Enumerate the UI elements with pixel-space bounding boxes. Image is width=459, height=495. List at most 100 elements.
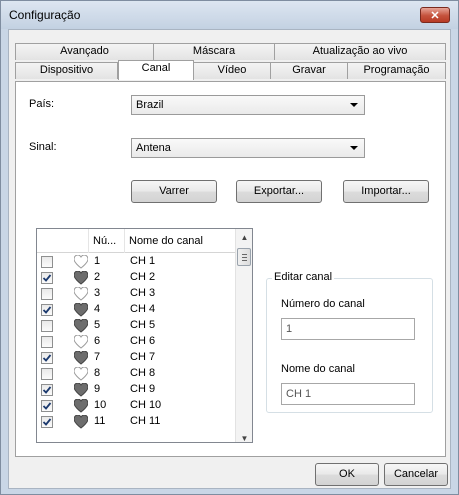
scrollbar-thumb[interactable] [237,248,251,266]
channel-name-cell: CH 7 [130,351,156,363]
table-row[interactable]: 2 CH 2 [37,270,236,286]
window-title: Configuração [9,8,81,22]
scroll-up-icon[interactable]: ▲ [236,229,252,246]
table-row[interactable]: 5 CH 5 [37,318,236,334]
signal-select[interactable]: Antena [131,138,365,158]
row-checkbox[interactable] [41,304,53,316]
heart-icon[interactable] [74,351,88,365]
channel-name-cell: CH 4 [130,303,156,315]
channel-list-header: Nú... Nome do canal [37,229,236,253]
country-select[interactable]: Brazil [131,95,365,115]
table-row[interactable]: 9 CH 9 [37,382,236,398]
channel-name-cell: CH 6 [130,335,156,347]
tab-advanced[interactable]: Avançado [15,43,154,60]
heart-icon[interactable] [74,303,88,317]
channel-number-cell: 8 [94,367,101,379]
channel-name-cell: CH 2 [130,271,156,283]
channel-name-cell: CH 9 [130,383,156,395]
heart-outline-icon[interactable] [74,287,88,301]
row-checkbox[interactable] [41,336,53,348]
channel-number-cell: 11 [94,415,106,427]
channel-number-cell: 10 [94,399,107,411]
heart-icon[interactable] [74,399,88,413]
edit-channel-title: Editar canal [272,271,335,283]
close-button[interactable]: ✕ [420,7,450,23]
scroll-down-icon[interactable]: ▼ [236,430,252,442]
channel-list-rows: 1 CH 1 2 CH 2 3 CH 3 4 CH 4 5 CH 5 6 CH 6 7 CH 7 8 CH 8… [37,254,236,430]
heart-outline-icon[interactable] [74,335,88,349]
channel-list-scrollbar[interactable]: ▲ ▼ [235,229,252,442]
channel-number-cell: 9 [94,383,101,395]
channel-name-cell: CH 5 [130,319,156,331]
table-row[interactable]: 6 CH 6 [37,334,236,350]
signal-select-value: Antena [136,142,171,154]
channel-number-cell: 6 [94,335,101,347]
tab-live-update[interactable]: Atualização ao vivo [275,43,446,60]
export-button[interactable]: Exportar... [236,180,322,203]
row-checkbox[interactable] [41,384,53,396]
row-checkbox[interactable] [41,400,53,412]
checkmark-icon [42,274,52,282]
table-row[interactable]: 4 CH 4 [37,302,236,318]
tab-row-back: Avançado Máscara Atualização ao vivo [15,43,446,60]
tab-schedule[interactable]: Programação [348,62,446,79]
table-row[interactable]: 1 CH 1 [37,254,236,270]
row-checkbox[interactable] [41,256,53,268]
channel-number-cell: 1 [94,255,101,267]
table-row[interactable]: 10 CH 10 [37,398,236,414]
row-checkbox[interactable] [41,272,53,284]
country-label: País: [29,98,55,110]
title-bar[interactable]: Configuração ✕ [1,1,458,29]
row-checkbox[interactable] [41,352,53,364]
channel-number-cell: 5 [94,319,101,331]
column-header-number[interactable]: Nú... [89,229,125,253]
import-button[interactable]: Importar... [343,180,429,203]
checkmark-icon [42,386,52,394]
column-header-check[interactable] [37,229,89,253]
checkmark-icon [42,354,52,362]
column-header-name[interactable]: Nome do canal [125,229,236,253]
channel-number-cell: 2 [94,271,101,283]
table-row[interactable]: 3 CH 3 [37,286,236,302]
table-row[interactable]: 8 CH 8 [37,366,236,382]
heart-outline-icon[interactable] [74,255,88,269]
heart-icon[interactable] [74,383,88,397]
row-checkbox[interactable] [41,368,53,380]
chevron-down-icon [350,146,358,150]
channel-name-cell: CH 3 [130,287,156,299]
tab-video[interactable]: Vídeo [194,62,271,79]
table-row[interactable]: 7 CH 7 [37,350,236,366]
channel-list[interactable]: Nú... Nome do canal 1 CH 1 2 CH 2 3 CH 3 4 CH 4… [36,228,253,443]
chevron-down-icon [350,103,358,107]
heart-icon[interactable] [74,319,88,333]
checkmark-icon [42,402,52,410]
row-checkbox[interactable] [41,288,53,300]
channel-number-cell: 4 [94,303,101,315]
row-checkbox[interactable] [41,416,53,428]
tab-device[interactable]: Dispositivo [15,62,118,79]
country-select-value: Brazil [136,99,164,111]
scan-button[interactable]: Varrer [131,180,217,203]
cancel-button[interactable]: Cancelar [384,463,448,486]
tab-mask[interactable]: Máscara [154,43,275,60]
signal-label: Sinal: [29,141,57,153]
close-icon: ✕ [430,9,440,22]
table-row[interactable]: 11 CH 11 [37,414,236,430]
channel-number-label: Número do canal [281,298,365,310]
tab-channel[interactable]: Canal [118,60,194,80]
ok-button[interactable]: OK [315,463,379,486]
channel-name-cell: CH 10 [130,399,162,411]
heart-outline-icon[interactable] [74,367,88,381]
row-checkbox[interactable] [41,320,53,332]
tab-record[interactable]: Gravar [271,62,348,79]
heart-icon[interactable] [74,271,88,285]
channel-name-input[interactable]: CH 1 [281,383,415,405]
channel-number-cell: 7 [94,351,101,363]
checkmark-icon [42,306,52,314]
channel-name-label: Nome do canal [281,363,355,375]
channel-number-cell: 3 [94,287,101,299]
heart-icon[interactable] [74,415,88,429]
channel-number-input[interactable]: 1 [281,318,415,340]
checkmark-icon [42,418,52,426]
channel-name-cell: CH 1 [130,255,156,267]
